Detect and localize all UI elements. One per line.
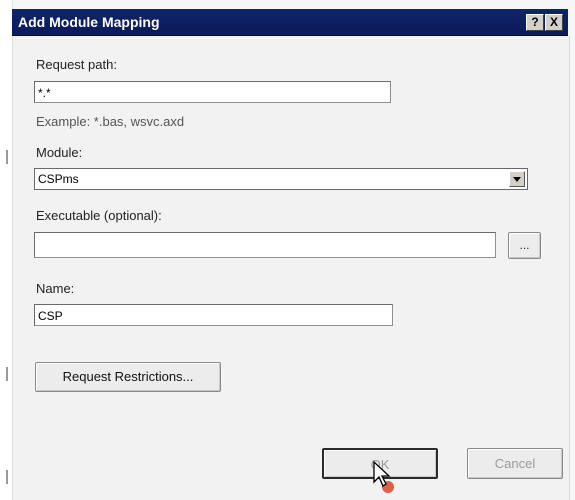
dialog-title: Add Module Mapping xyxy=(18,14,160,30)
browse-button[interactable]: ... xyxy=(508,232,541,259)
request-path-example: Example: *.bas, wsvc.axd xyxy=(36,114,185,129)
name-label: Name: xyxy=(36,281,75,296)
background-mark xyxy=(6,150,8,164)
name-input[interactable]: CSP xyxy=(34,304,393,326)
request-restrictions-button[interactable]: Request Restrictions... xyxy=(35,362,221,392)
module-select[interactable]: CSPms xyxy=(34,168,528,190)
dialog-body: Request path: *.* Example: *.bas, wsvc.a… xyxy=(12,36,570,500)
module-select-value: CSPms xyxy=(38,172,79,186)
request-path-input[interactable]: *.* xyxy=(34,81,391,103)
cancel-button[interactable]: Cancel xyxy=(467,448,563,479)
chevron-down-icon[interactable] xyxy=(509,171,525,187)
help-button[interactable]: ? xyxy=(526,14,544,31)
background-mark xyxy=(6,367,8,381)
close-button[interactable]: X xyxy=(545,14,563,31)
executable-label: Executable (optional): xyxy=(36,208,162,223)
mouse-pointer-icon xyxy=(373,460,394,493)
request-path-label: Request path: xyxy=(36,57,117,72)
module-label: Module: xyxy=(36,145,83,160)
background-mark xyxy=(6,470,8,484)
executable-input[interactable] xyxy=(34,232,496,258)
dialog-title-bar[interactable]: Add Module Mapping ? X xyxy=(12,9,568,36)
